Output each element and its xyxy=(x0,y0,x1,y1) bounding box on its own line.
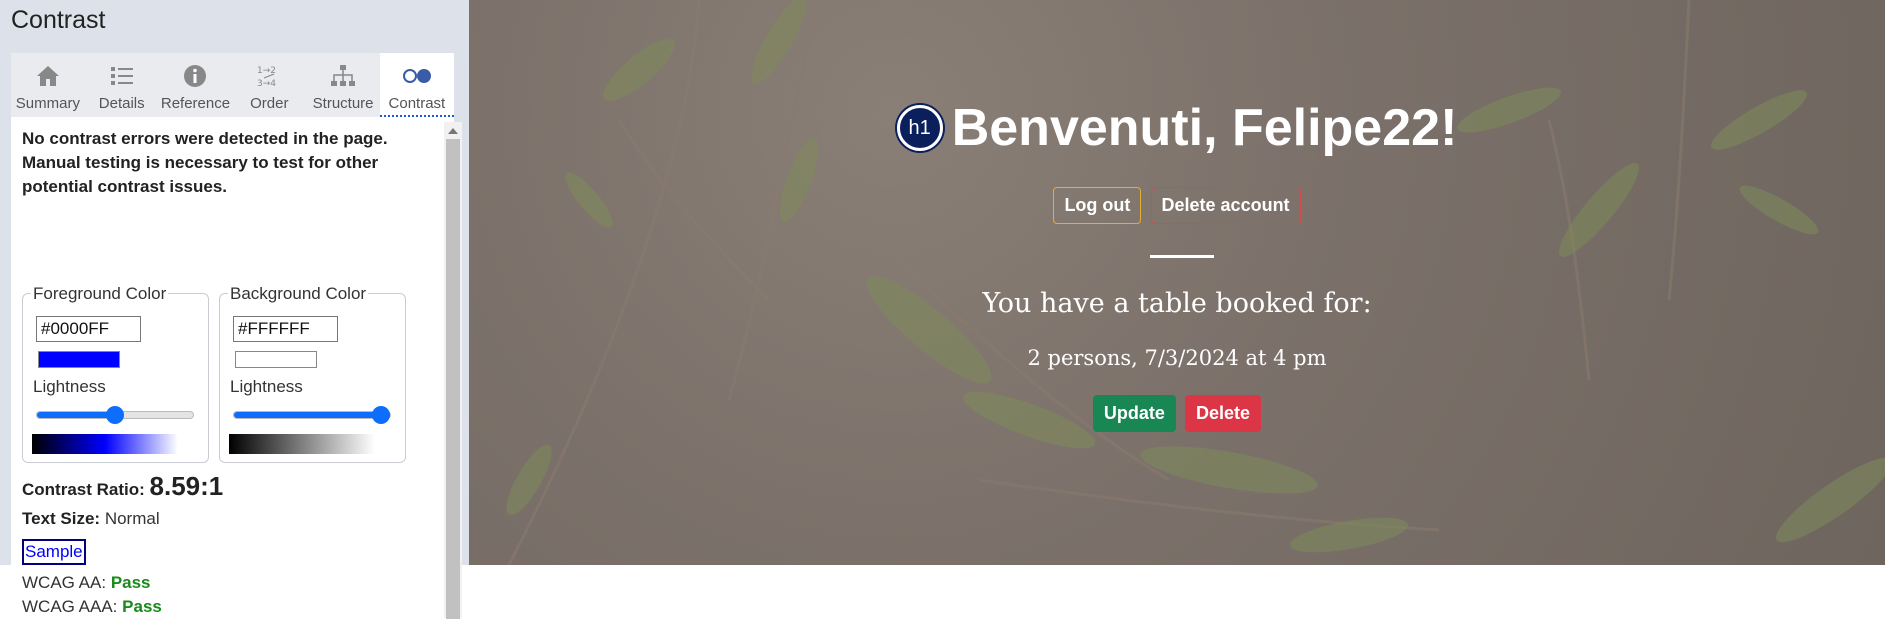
list-icon xyxy=(85,62,159,90)
tab-summary[interactable]: Summary xyxy=(11,53,85,117)
booking-heading: You have a table booked for: xyxy=(982,288,1372,319)
foreground-slider-thumb[interactable] xyxy=(106,406,124,424)
structure-icon xyxy=(306,62,380,90)
foreground-hex-input[interactable]: #0000FF xyxy=(36,316,141,342)
account-buttons: Log out Delete account xyxy=(469,187,1885,224)
background-gradient xyxy=(229,434,375,454)
panel-scrollbar[interactable] xyxy=(444,122,462,619)
text-size-label: Text Size: xyxy=(22,509,101,528)
ratio-label: Contrast Ratio: xyxy=(22,480,145,499)
foreground-gradient xyxy=(32,434,178,454)
contrast-panel: Contrast Summary Details Reference 1→2 3… xyxy=(0,0,469,619)
tab-bar: Summary Details Reference 1→23→4 Order xyxy=(11,53,454,117)
scroll-up-arrow-icon[interactable] xyxy=(448,128,458,134)
result-message: No contrast errors were detected in the … xyxy=(22,129,388,196)
panel-card: Summary Details Reference 1→23→4 Order xyxy=(11,53,462,619)
tab-label: Structure xyxy=(312,95,374,112)
wcag-aaa: WCAG AAA: Pass xyxy=(22,597,162,617)
tab-label: Summary xyxy=(15,95,80,112)
wcag-aa: WCAG AA: Pass xyxy=(22,573,151,593)
booking-actions: Update Delete xyxy=(469,395,1885,432)
delete-account-button[interactable]: Delete account xyxy=(1150,187,1301,224)
tab-reference[interactable]: Reference xyxy=(158,53,233,117)
info-icon xyxy=(159,62,233,90)
home-icon xyxy=(11,62,85,90)
background-legend: Background Color xyxy=(228,284,369,304)
background-lightness-slider[interactable] xyxy=(233,406,391,424)
background-lightness-label: Lightness xyxy=(230,377,303,396)
wcag-aaa-label: WCAG AAA: xyxy=(22,597,118,616)
background-fieldset: Background Color #FFFFFF Lightness xyxy=(219,284,406,463)
background-slider-thumb[interactable] xyxy=(372,406,390,424)
tab-label: Reference xyxy=(160,95,231,112)
text-size-value: Normal xyxy=(104,509,160,528)
contrast-content: No contrast errors were detected in the … xyxy=(22,127,435,616)
delete-button[interactable]: Delete xyxy=(1185,395,1262,432)
booking-details: 2 persons, 7/3/2024 at 4 pm xyxy=(1027,346,1327,370)
foreground-slider-fill xyxy=(37,412,115,418)
foreground-swatch[interactable] xyxy=(38,351,120,368)
foreground-fieldset: Foreground Color #0000FF Lightness xyxy=(22,284,209,463)
tab-order[interactable]: 1→2 3→4 Order xyxy=(232,53,307,117)
sage-leaves-background-image xyxy=(506,0,1885,565)
background-hex-input[interactable]: #FFFFFF xyxy=(233,316,338,342)
contrast-ratio: Contrast Ratio: 8.59:1 xyxy=(22,471,223,502)
svg-text:3→4: 3→4 xyxy=(257,79,276,89)
foreground-lightness-slider[interactable] xyxy=(36,406,194,424)
foreground-lightness-label: Lightness xyxy=(33,377,106,396)
wcag-aa-label: WCAG AA: xyxy=(22,573,107,592)
tab-label: Order xyxy=(250,95,289,112)
wcag-aaa-value: Pass xyxy=(122,597,162,616)
contrast-icon xyxy=(380,62,454,90)
h1-badge: h1 xyxy=(896,105,943,151)
background-slider-fill xyxy=(234,412,390,418)
tab-contrast[interactable]: Contrast xyxy=(379,53,454,117)
tab-label: Details xyxy=(98,95,145,112)
sample-text: Sample xyxy=(22,539,86,565)
hero-section: h1 Benvenuti, Felipe22! Log out Delete a… xyxy=(469,0,1885,565)
welcome-heading-row: h1 Benvenuti, Felipe22! xyxy=(469,98,1885,158)
welcome-heading: Benvenuti, Felipe22! xyxy=(951,99,1458,157)
tab-structure[interactable]: Structure xyxy=(306,53,380,117)
ratio-value: 8.59:1 xyxy=(149,471,224,501)
update-button[interactable]: Update xyxy=(1092,395,1176,432)
logout-button[interactable]: Log out xyxy=(1053,187,1142,224)
tab-label: Contrast xyxy=(388,95,446,112)
foreground-legend: Foreground Color xyxy=(31,284,169,304)
panel-title: Contrast xyxy=(11,6,106,34)
wcag-aa-value: Pass xyxy=(110,573,151,592)
order-icon: 1→2 3→4 xyxy=(232,62,306,90)
divider xyxy=(1150,255,1214,258)
scroll-thumb[interactable] xyxy=(446,139,460,619)
tab-details[interactable]: Details xyxy=(84,53,159,117)
text-size: Text Size: Normal xyxy=(22,509,160,529)
background-swatch[interactable] xyxy=(235,351,317,368)
